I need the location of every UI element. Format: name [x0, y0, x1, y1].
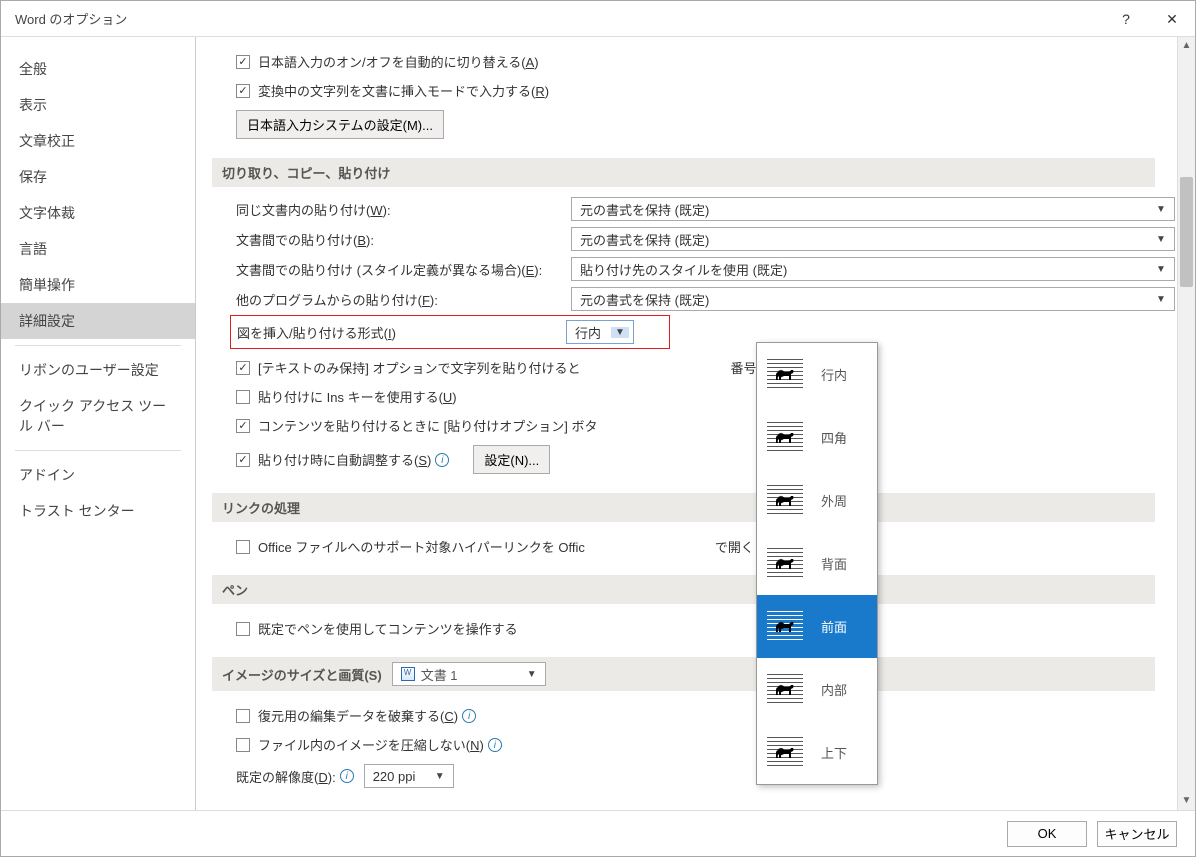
sidebar-item[interactable]: 文字体裁: [1, 195, 195, 231]
label-paste-between: 文書間での貼り付け(B):: [236, 230, 571, 249]
sidebar-item[interactable]: アドイン: [1, 457, 195, 493]
content-panel: 日本語入力のオン/オフを自動的に切り替える(A) 変換中の文字列を文書に挿入モー…: [196, 37, 1195, 810]
dropdown-item[interactable]: 外周: [757, 469, 877, 532]
sidebar-item[interactable]: 保存: [1, 159, 195, 195]
combo-target-document[interactable]: 文書 1▼: [392, 662, 546, 686]
dropdown-item[interactable]: 背面: [757, 532, 877, 595]
sidebar-item[interactable]: 全般: [1, 51, 195, 87]
label-insert-image-format: 図を挿入/貼り付ける形式(I): [237, 323, 566, 342]
label-paste-other-prog: 他のプログラムからの貼り付け(F):: [236, 290, 571, 309]
window-title: Word のオプション: [15, 9, 1103, 28]
check-ins-key[interactable]: 貼り付けに Ins キーを使用する(U): [236, 382, 1175, 411]
check-paste-options-button[interactable]: コンテンツを貼り付けるときに [貼り付けオプション] ボタ: [236, 411, 1175, 440]
combo-paste-same-doc[interactable]: 元の書式を保持 (既定)▼: [571, 197, 1175, 221]
check-no-compress[interactable]: ファイル内のイメージを圧縮しない(N)i: [236, 730, 1175, 759]
section-image-quality: イメージのサイズと画質(S) 文書 1▼: [212, 657, 1155, 691]
info-icon[interactable]: i: [435, 453, 449, 467]
dropdown-item[interactable]: 四角: [757, 406, 877, 469]
sidebar: 全般表示文章校正保存文字体裁言語簡単操作詳細設定リボンのユーザー設定クイック ア…: [1, 37, 196, 810]
sidebar-item[interactable]: 文章校正: [1, 123, 195, 159]
word-doc-icon: [401, 667, 415, 681]
footer: OK キャンセル: [1, 810, 1195, 856]
sidebar-item[interactable]: 簡単操作: [1, 267, 195, 303]
info-icon[interactable]: i: [488, 738, 502, 752]
image-wrap-dropdown: 行内四角外周背面前面内部上下: [756, 342, 878, 785]
section-pen: ペン: [212, 575, 1155, 604]
label-paste-same-doc: 同じ文書内の貼り付け(W):: [236, 200, 571, 219]
combo-paste-between-style[interactable]: 貼り付け先のスタイルを使用 (既定)▼: [571, 257, 1175, 281]
titlebar: Word のオプション ? ✕: [1, 1, 1195, 37]
cancel-button[interactable]: キャンセル: [1097, 821, 1177, 847]
dropdown-item[interactable]: 内部: [757, 658, 877, 721]
combo-insert-image-format[interactable]: 行内▼: [566, 320, 634, 344]
check-insert-mode[interactable]: 変換中の文字列を文書に挿入モードで入力する(R): [236, 76, 1175, 105]
sidebar-item[interactable]: トラスト センター: [1, 493, 195, 529]
ime-settings-button[interactable]: 日本語入力システムの設定(M)...: [236, 110, 444, 139]
sidebar-item[interactable]: 言語: [1, 231, 195, 267]
label-default-resolution: 既定の解像度(D):: [236, 767, 336, 786]
check-textonly-keep-bullets[interactable]: [テキストのみ保持] オプションで文字列を貼り付けると番号を保持する(L): [236, 353, 1175, 382]
dropdown-item[interactable]: 行内: [757, 343, 877, 406]
section-cut-copy-paste: 切り取り、コピー、貼り付け: [212, 158, 1155, 187]
section-link: リンクの処理: [212, 493, 1155, 522]
info-icon[interactable]: i: [462, 709, 476, 723]
label-paste-between-style: 文書間での貼り付け (スタイル定義が異なる場合)(E):: [236, 260, 571, 279]
combo-paste-between[interactable]: 元の書式を保持 (既定)▼: [571, 227, 1175, 251]
check-auto-ime[interactable]: 日本語入力のオン/オフを自動的に切り替える(A): [236, 47, 1175, 76]
info-icon[interactable]: i: [340, 769, 354, 783]
sidebar-item[interactable]: 表示: [1, 87, 195, 123]
help-button[interactable]: ?: [1103, 1, 1149, 37]
sidebar-item[interactable]: 詳細設定: [1, 303, 195, 339]
check-auto-adjust[interactable]: 貼り付け時に自動調整する(S)i 設定(N)...: [236, 440, 1175, 479]
sidebar-item[interactable]: リボンのユーザー設定: [1, 352, 195, 388]
paste-settings-button[interactable]: 設定(N)...: [473, 445, 550, 474]
ok-button[interactable]: OK: [1007, 821, 1087, 847]
scrollbar[interactable]: ▲ ▼: [1177, 37, 1195, 810]
combo-paste-other-prog[interactable]: 元の書式を保持 (既定)▼: [571, 287, 1175, 311]
combo-default-resolution[interactable]: 220 ppi▼: [364, 764, 454, 788]
scroll-down-icon[interactable]: ▼: [1178, 792, 1195, 810]
check-pen-default[interactable]: 既定でペンを使用してコンテンツを操作する: [236, 614, 1175, 643]
scroll-up-icon[interactable]: ▲: [1178, 37, 1195, 55]
close-button[interactable]: ✕: [1149, 1, 1195, 37]
sidebar-item[interactable]: クイック アクセス ツール バー: [1, 388, 195, 444]
check-office-hyperlink[interactable]: Office ファイルへのサポート対象ハイパーリンクを Officで開く: [236, 532, 1175, 561]
check-discard-edit-data[interactable]: 復元用の編集データを破棄する(C)i: [236, 701, 1175, 730]
scroll-thumb[interactable]: [1180, 177, 1193, 287]
dropdown-item[interactable]: 前面: [757, 595, 877, 658]
dropdown-item[interactable]: 上下: [757, 721, 877, 784]
